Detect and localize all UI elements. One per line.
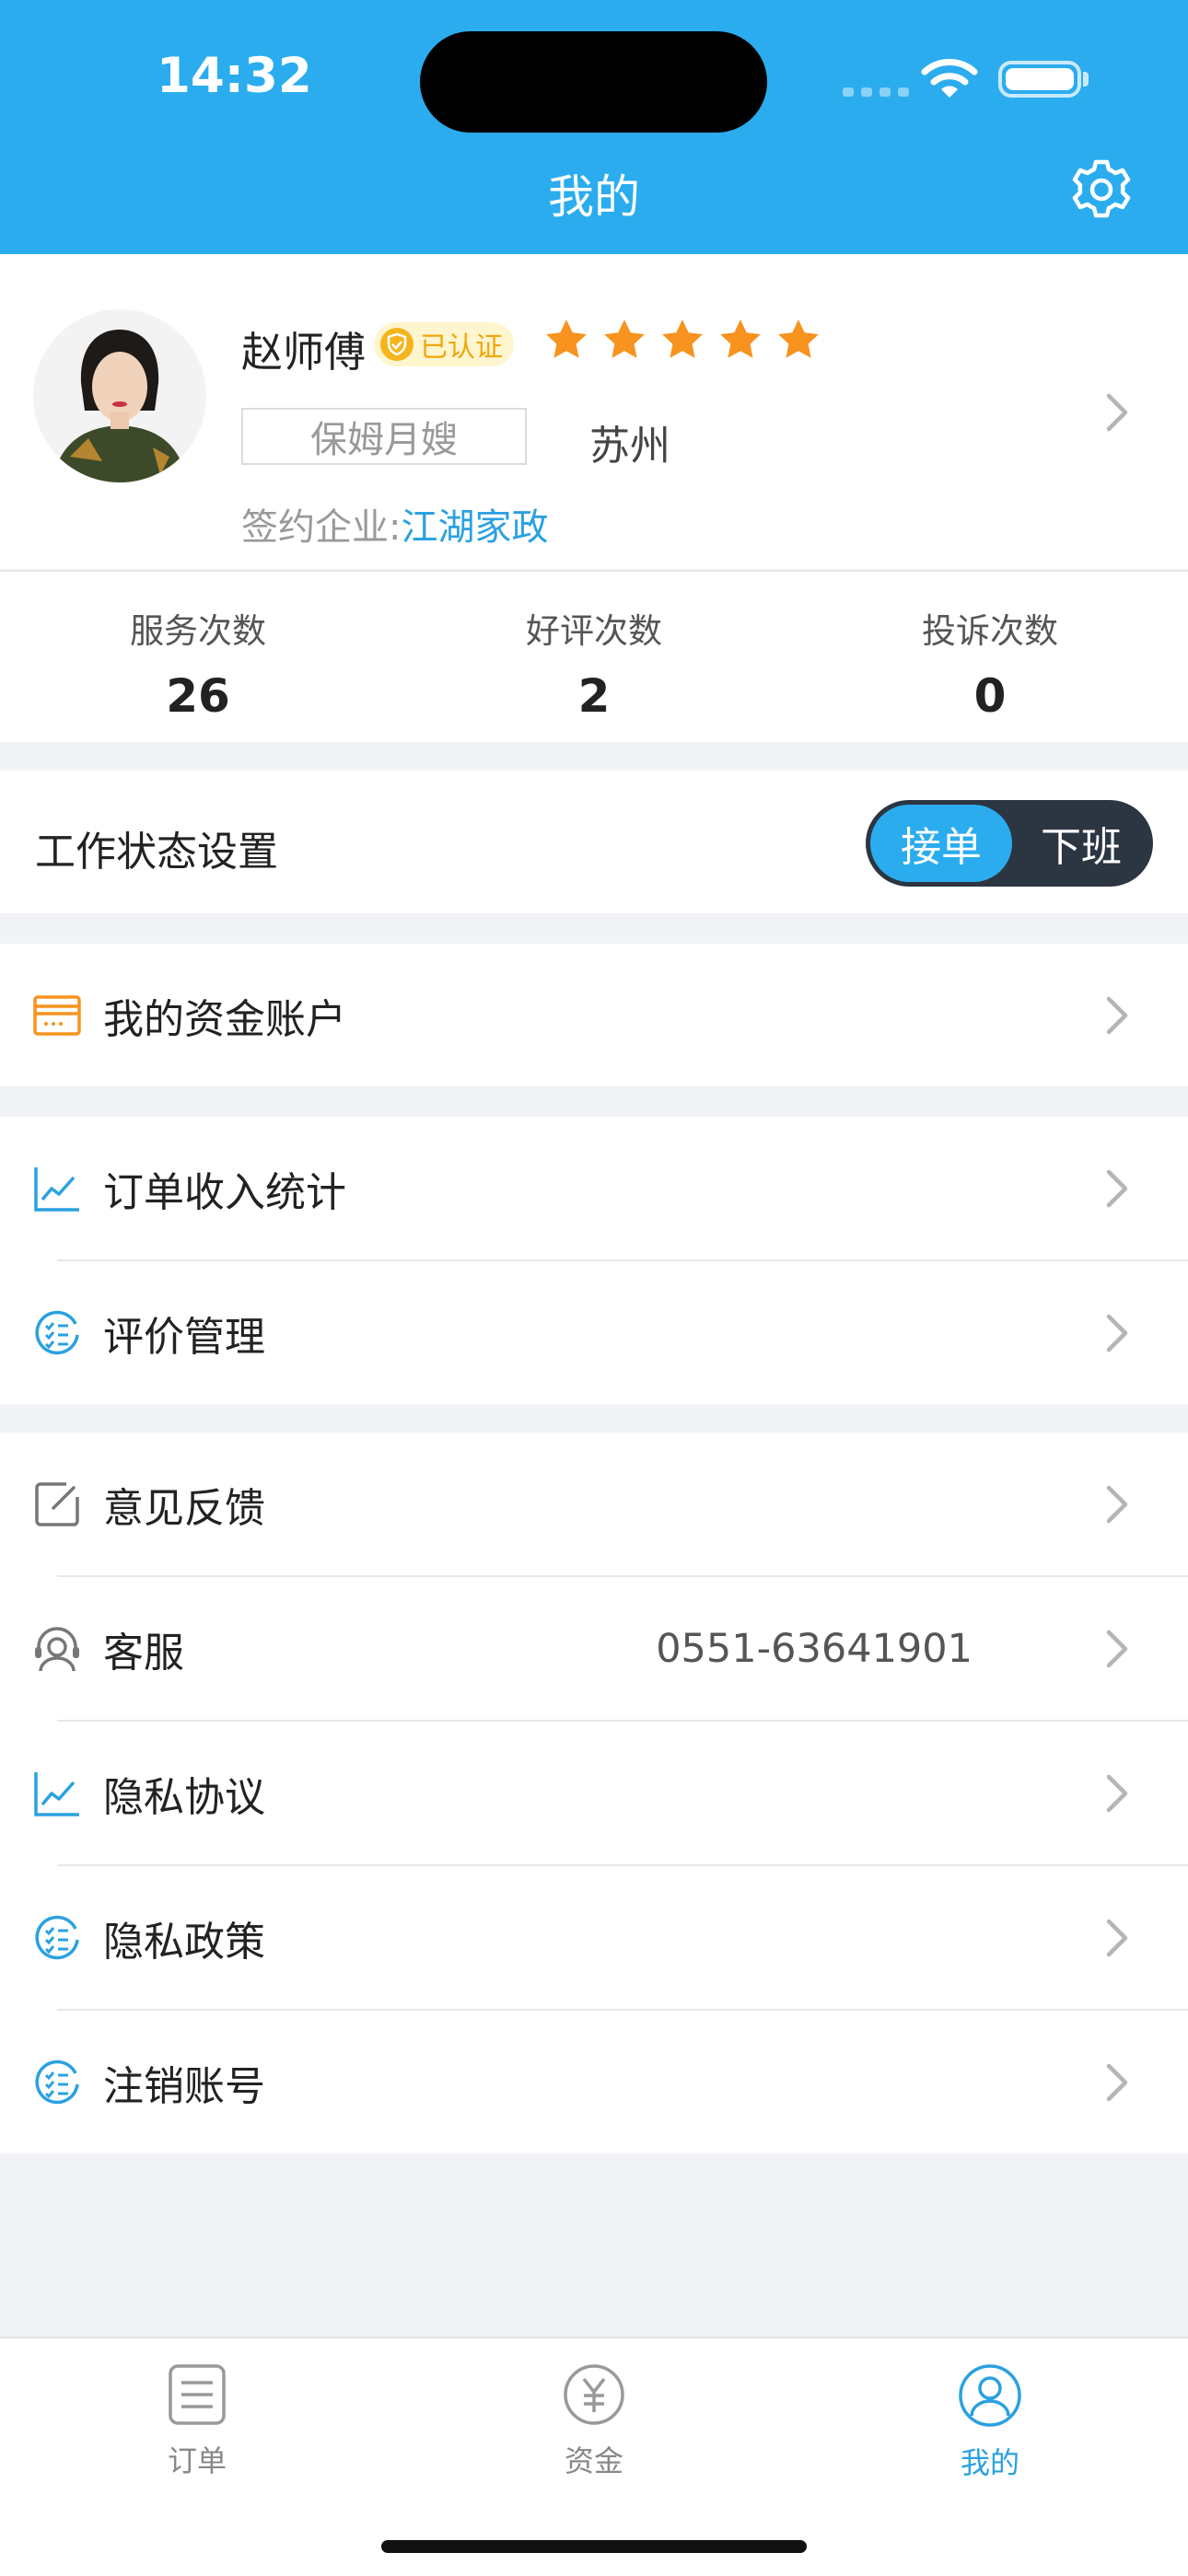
chevron-right-icon [1106, 996, 1128, 1034]
tab-orders[interactable]: 订单 [105, 2362, 289, 2480]
home-indicator[interactable] [381, 2540, 807, 2553]
star-icon [778, 319, 819, 358]
menu-group-support: 意见反馈 客服 0551-63641901 隐私协议 隐私政策 注销账号 [0, 1433, 1188, 2153]
company-line: 签约企业:江湖家政 [241, 497, 548, 551]
dynamic-island [420, 31, 767, 133]
menu-item-review-management[interactable]: 评价管理 [0, 1261, 1188, 1404]
cellular-signal-icon [843, 87, 909, 97]
stat-positive-review-count: 好评次数 2 [396, 572, 792, 742]
star-icon [546, 319, 587, 358]
chevron-right-icon [1106, 2063, 1128, 2101]
tab-label: 我的 [960, 2445, 1019, 2480]
stat-value: 0 [973, 669, 1007, 723]
menu-item-fund-account[interactable]: 我的资金账户 [0, 944, 1188, 1086]
company-prefix: 签约企业: [241, 506, 402, 549]
star-icon [720, 319, 761, 358]
avatar [33, 309, 206, 482]
stats-bar: 服务次数 26 好评次数 2 投诉次数 0 [0, 570, 1188, 742]
verified-badge: 已认证 [374, 322, 514, 366]
menu-group-account: 我的资金账户 [0, 944, 1188, 1086]
menu-group-business: 订单收入统计 评价管理 [0, 1117, 1188, 1404]
city-label: 苏州 [589, 423, 670, 470]
edit-note-icon [35, 1481, 79, 1526]
page-title: 我的 [548, 170, 640, 224]
header-bar: 14:32 我的 [0, 0, 1188, 254]
stat-service-count: 服务次数 26 [0, 572, 396, 742]
chevron-right-icon [1106, 1774, 1128, 1812]
star-icon [604, 319, 645, 358]
verified-label: 已认证 [420, 331, 503, 364]
stat-value: 2 [577, 669, 611, 723]
chevron-right-icon [1106, 1630, 1128, 1667]
checklist-icon [35, 2060, 79, 2104]
chevron-right-icon [1106, 1485, 1128, 1523]
menu-item-label: 我的资金账户 [103, 995, 346, 1043]
checklist-icon [35, 1915, 79, 1959]
list-icon [169, 2364, 226, 2425]
wifi-icon [921, 59, 978, 98]
headset-icon [35, 1626, 79, 1671]
work-status-toggle[interactable]: 接单 下班 [866, 800, 1153, 887]
wallet-card-icon [33, 994, 81, 1036]
chevron-right-icon [1106, 1169, 1128, 1207]
role-tag: 保姆月嫂 [241, 408, 527, 465]
stat-label: 投诉次数 [922, 611, 1058, 651]
yuan-icon [564, 2364, 624, 2425]
chevron-right-icon [1106, 1919, 1128, 1956]
star-icon [662, 319, 703, 358]
line-chart-icon [34, 1166, 79, 1212]
checklist-icon [35, 1310, 79, 1354]
menu-item-privacy-agreement[interactable]: 隐私协议 [0, 1722, 1188, 1864]
stat-label: 好评次数 [526, 611, 662, 651]
stat-value: 26 [166, 669, 230, 723]
stat-complaint-count: 投诉次数 0 [792, 572, 1188, 742]
gear-icon[interactable] [1068, 157, 1135, 223]
chevron-right-icon [1106, 393, 1128, 432]
tab-funds[interactable]: 资金 [502, 2362, 686, 2480]
work-status-label: 工作状态设置 [35, 829, 278, 876]
menu-item-privacy-policy[interactable]: 隐私政策 [0, 1866, 1188, 2009]
company-link[interactable]: 江湖家政 [401, 506, 548, 549]
line-chart-icon [34, 1771, 79, 1816]
menu-item-income-stats[interactable]: 订单收入统计 [0, 1117, 1188, 1259]
toggle-accept-orders[interactable]: 接单 [870, 805, 1012, 882]
menu-item-label: 隐私协议 [103, 1773, 265, 1821]
menu-item-label: 注销账号 [103, 2062, 265, 2110]
person-icon [959, 2364, 1021, 2427]
shield-check-icon [380, 328, 413, 361]
user-name: 赵师傅 [241, 328, 367, 377]
tab-mine[interactable]: 我的 [898, 2362, 1082, 2482]
work-status-row: 工作状态设置 接单 下班 [0, 771, 1188, 913]
menu-item-feedback[interactable]: 意见反馈 [0, 1433, 1188, 1575]
tab-label: 资金 [564, 2443, 623, 2478]
menu-item-delete-account[interactable]: 注销账号 [0, 2011, 1188, 2153]
menu-item-label: 意见反馈 [103, 1484, 265, 1532]
menu-item-customer-service[interactable]: 客服 0551-63641901 [0, 1577, 1188, 1720]
chevron-right-icon [1106, 1314, 1128, 1352]
menu-item-label: 客服 [103, 1629, 184, 1677]
profile-card[interactable]: 赵师傅 已认证 保姆月嫂 苏州 签约企业:江湖家政 [0, 254, 1188, 569]
menu-item-label: 隐私政策 [103, 1918, 265, 1966]
battery-icon [998, 61, 1081, 98]
battery-tip [1083, 72, 1089, 87]
menu-item-label: 订单收入统计 [103, 1168, 346, 1216]
tab-label: 订单 [167, 2443, 227, 2478]
menu-item-label: 评价管理 [103, 1313, 265, 1361]
stat-label: 服务次数 [130, 611, 266, 651]
service-phone-number[interactable]: 0551-63641901 [656, 1626, 973, 1672]
rating-stars [543, 317, 821, 363]
toggle-off-duty[interactable]: 下班 [1013, 805, 1149, 882]
status-time: 14:32 [157, 48, 312, 104]
